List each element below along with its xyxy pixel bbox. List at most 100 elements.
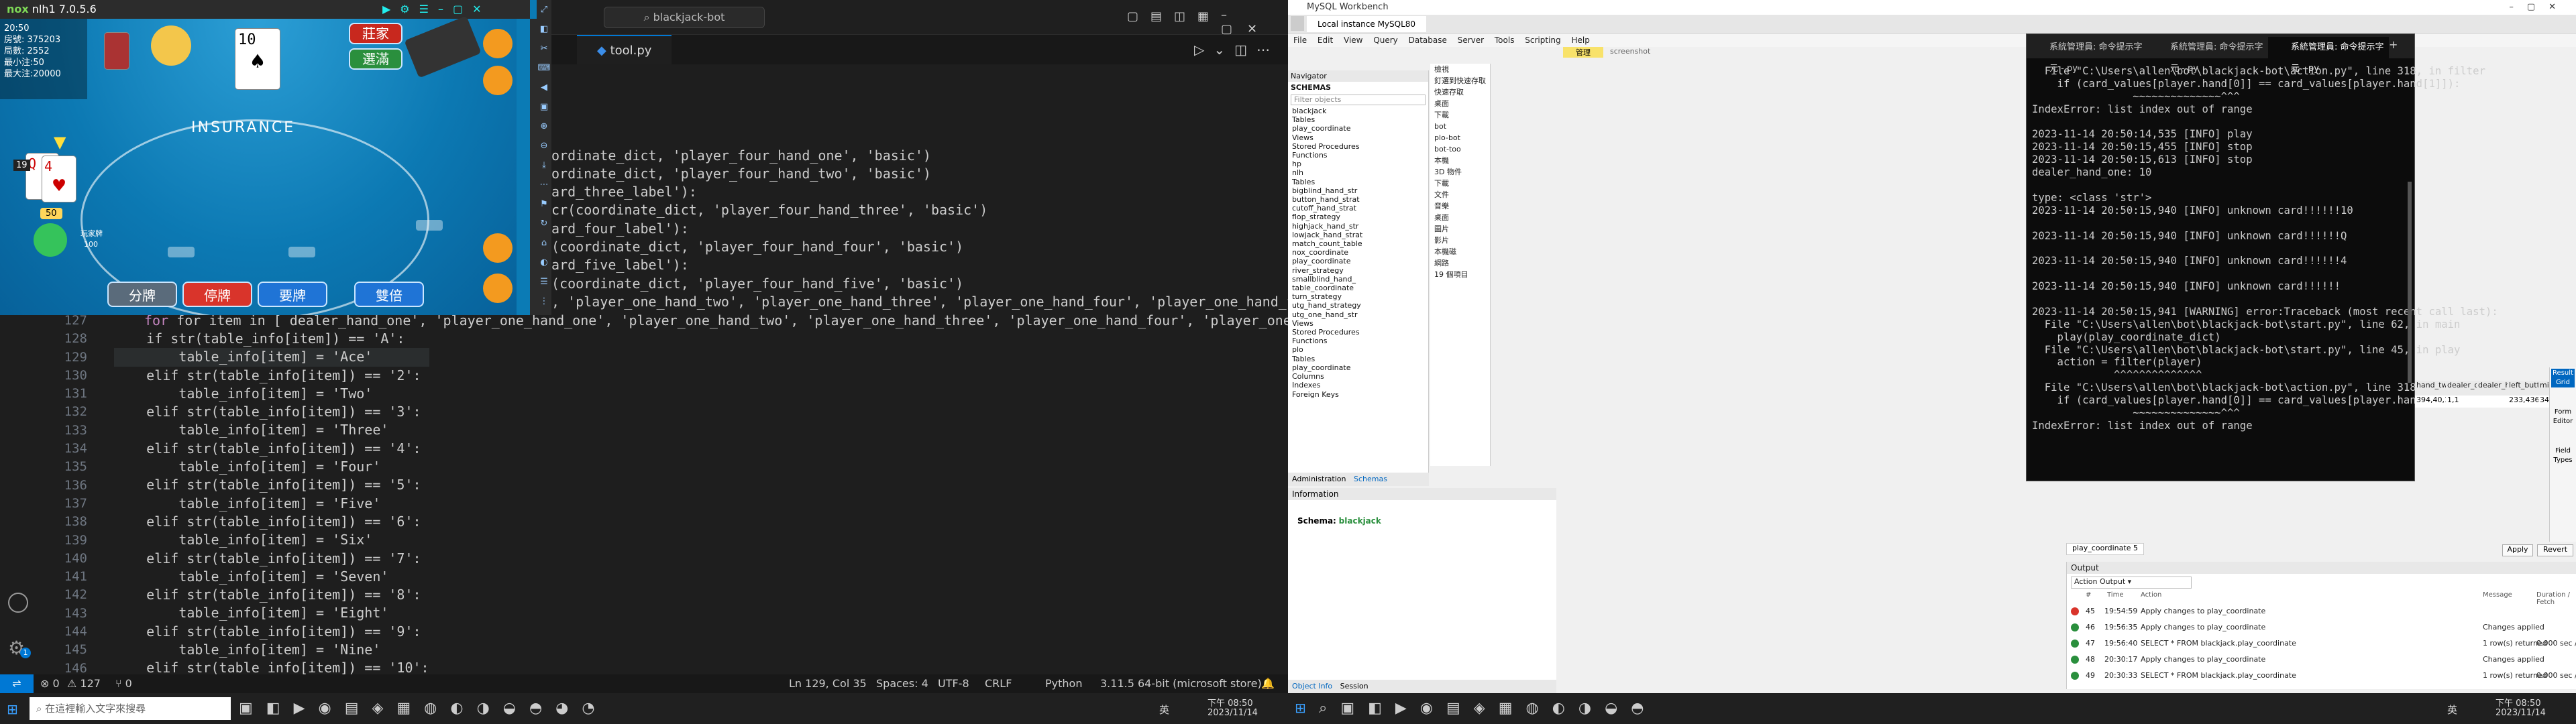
language-indicator-right[interactable]: 英 (2447, 703, 2457, 717)
schema-tree-item[interactable]: Functions (1292, 337, 1428, 345)
result-tab[interactable]: play_coordinate 5 (2066, 543, 2144, 555)
indentation[interactable]: Spaces: 4 (876, 674, 928, 693)
voice-button[interactable] (483, 233, 513, 263)
status-warnings[interactable]: ⚠ 127 (67, 674, 101, 693)
schema-tree-item[interactable]: play_coordinate (1292, 363, 1428, 372)
clock-date-right[interactable]: 2023/11/14 (2496, 708, 2546, 718)
code-line[interactable]: elif str(table_info[item]) == '4': (114, 440, 429, 458)
file-explorer-panel[interactable]: 檢視 釘選到快速存取 快速存取 桌面 下載 bot plo-bot bot-too 本機 3D 物… (1430, 64, 1491, 466)
code-line[interactable]: if str(table_info[item]) == 'A': (114, 330, 429, 348)
schema-tree[interactable]: blackjack Tables play_coordinate Views Store… (1288, 107, 1428, 399)
schema-tree-item[interactable]: utg_hand_strategy (1292, 301, 1428, 310)
schema-tree-item[interactable]: nox_coordinate (1292, 248, 1428, 257)
schema-tree-item[interactable]: nlh (1292, 168, 1428, 177)
explorer-item[interactable]: 本機磁 (1434, 246, 1490, 257)
field-types-tab[interactable]: Field Types (2550, 446, 2576, 465)
explorer-item[interactable]: 快速存取 (1434, 86, 1490, 98)
menu-file[interactable]: File (1293, 36, 1307, 45)
output-row[interactable]: 48 20:30:17 Apply changes to play_coordina… (2067, 652, 2576, 668)
clock-date[interactable]: 2023/11/14 (1208, 708, 1258, 718)
schema-tree-item[interactable]: Stored Procedures (1292, 328, 1428, 337)
window-controls[interactable]: –▢✕ (1221, 8, 1288, 36)
schema-tree-item[interactable]: table_coordinate (1292, 284, 1428, 292)
grid-column-header[interactable]: dealer_hand_two (2477, 381, 2508, 389)
select-button[interactable]: 選滿 (349, 48, 402, 70)
schema-tree-item[interactable]: Views (1292, 319, 1428, 328)
new-tab-button[interactable]: + (2389, 38, 2398, 51)
chat-button[interactable] (483, 274, 513, 303)
menu-tools[interactable]: Tools (1495, 36, 1515, 45)
session-tab[interactable]: Session (1340, 682, 1368, 690)
schema-tree-item[interactable]: hp (1292, 160, 1428, 168)
code-line[interactable]: elif str(table_info[item]) == '9': (114, 623, 429, 641)
python-interpreter[interactable]: 3.11.5 64-bit (microsoft store) (1100, 674, 1262, 693)
menu-edit[interactable]: Edit (1318, 36, 1333, 45)
form-editor-tab[interactable]: Form Editor (2550, 408, 2576, 426)
schema-tree-item[interactable]: Tables (1292, 115, 1428, 124)
code-line[interactable]: elif str(table_info[item]) == '5': (114, 476, 429, 494)
taskbar-apps[interactable]: ▣◧▶◉▤◈▦◍◐◑◒◓◕◔ (239, 700, 608, 717)
manage-tab[interactable]: 管理 (1563, 47, 1603, 58)
cursor-position[interactable]: Ln 129, Col 35 (789, 674, 867, 693)
grid-cell[interactable]: 394,40,19,24 (2415, 396, 2446, 404)
schema-tree-item[interactable]: Stored Procedures (1292, 142, 1428, 151)
explorer-item[interactable]: 檢視 (1434, 64, 1490, 75)
windows-start-icon-right[interactable]: ⊞ (1295, 700, 1306, 716)
menu-database[interactable]: Database (1409, 36, 1447, 45)
terminal-tab-2[interactable]: 系統管理員: 命令提示字元 - py (2147, 37, 2268, 74)
explorer-item[interactable]: bot (1434, 121, 1490, 132)
schema-tree-item[interactable]: Tables (1292, 355, 1428, 363)
menu-button[interactable] (483, 29, 513, 58)
schema-tree-item[interactable]: Indexes (1292, 381, 1428, 389)
schema-tree-item[interactable]: Views (1292, 133, 1428, 142)
split-button[interactable]: 分牌 (107, 282, 177, 307)
run-button[interactable]: ▷⌄◫⋯ (1194, 42, 1279, 58)
explorer-item[interactable]: 3D 物件 (1434, 166, 1490, 178)
code-line[interactable]: table_info[item] = 'Four' (114, 458, 429, 476)
code-line[interactable]: elif str(table_info[item]) == '8': (114, 586, 429, 604)
taskbar-apps-right[interactable]: ⌕▣◧▶◉▤◈▦◍◐◑◒◓ (1319, 700, 1657, 717)
code-line[interactable]: elif str(table_info[item]) == '7': (114, 550, 429, 568)
taskbar-search[interactable]: ⌕ 在這裡輸入文字來搜尋 (30, 697, 231, 720)
status-ports[interactable]: ⑂ 0 (115, 674, 132, 693)
schema-tree-item[interactable]: play_coordinate (1292, 257, 1428, 265)
output-row[interactable]: 46 19:56:35 Apply changes to play_coordina… (2067, 619, 2576, 636)
double-button[interactable]: 雙倍 (354, 282, 424, 307)
code-line[interactable]: table_info[item] = 'Two' (114, 385, 429, 403)
explorer-item[interactable]: 網路 (1434, 257, 1490, 269)
schema-tree-item[interactable]: Functions (1292, 151, 1428, 160)
schemas-tab[interactable]: Schemas (1354, 475, 1387, 483)
schema-tree-item[interactable]: lowjack_hand_strat (1292, 231, 1428, 239)
explorer-item[interactable]: plo-bot (1434, 132, 1490, 143)
code-line[interactable]: table_info[item] = 'Eight' (114, 604, 429, 622)
output-row[interactable]: 49 20:30:33 SELECT * FROM blackjack.play_c… (2067, 668, 2576, 684)
terminal-output[interactable]: File "C:\Users\allen\bot\blackjack-bot\a… (2032, 65, 2498, 432)
explorer-item[interactable]: 影片 (1434, 235, 1490, 246)
tab-tool-py[interactable]: ◆ tool.py (577, 35, 672, 64)
code-line[interactable]: table_info[item] = 'Six' (114, 531, 429, 549)
schema-tree-item[interactable]: smallblind_hand_ (1292, 275, 1428, 284)
stand-button[interactable]: 停牌 (182, 282, 252, 307)
code-line[interactable]: table_info[item] = 'Ace' (114, 348, 429, 367)
code-line[interactable]: elif str(table_info[item]) == '3': (114, 403, 429, 421)
explorer-item[interactable]: 釘選到快速存取 (1434, 75, 1490, 86)
schema-tree-item[interactable]: play_coordinate (1292, 124, 1428, 133)
schema-tree-item[interactable]: Columns (1292, 372, 1428, 381)
explorer-item[interactable]: 本機 (1434, 155, 1490, 166)
code-line[interactable]: elif str(table_info[item]) == '2': (114, 367, 429, 385)
remote-indicator[interactable]: ⇌ (0, 674, 34, 693)
schema-tree-item[interactable]: utg_one_hand_str (1292, 310, 1428, 319)
schema-tree-item[interactable]: Foreign Keys (1292, 390, 1428, 399)
grid-cell[interactable]: 233,436 (2508, 396, 2538, 404)
menu-help[interactable]: Help (1571, 36, 1589, 45)
action-output-select[interactable]: Action Output ▾ (2071, 577, 2192, 589)
command-center[interactable]: ⌕ blackjack-bot (604, 7, 765, 28)
schema-tree-item[interactable]: cutoff_hand_strat (1292, 204, 1428, 213)
explorer-item[interactable]: 文件 (1434, 189, 1490, 200)
schema-tree-item[interactable]: Tables (1292, 178, 1428, 186)
explorer-item[interactable]: 下載 (1434, 178, 1490, 189)
schema-tree-item[interactable]: button_hand_strat (1292, 195, 1428, 204)
windows-start-icon[interactable]: ⊞ (7, 701, 18, 717)
home-tab-icon[interactable] (1291, 16, 1304, 31)
grid-cell[interactable]: 1,1 (2446, 396, 2477, 404)
